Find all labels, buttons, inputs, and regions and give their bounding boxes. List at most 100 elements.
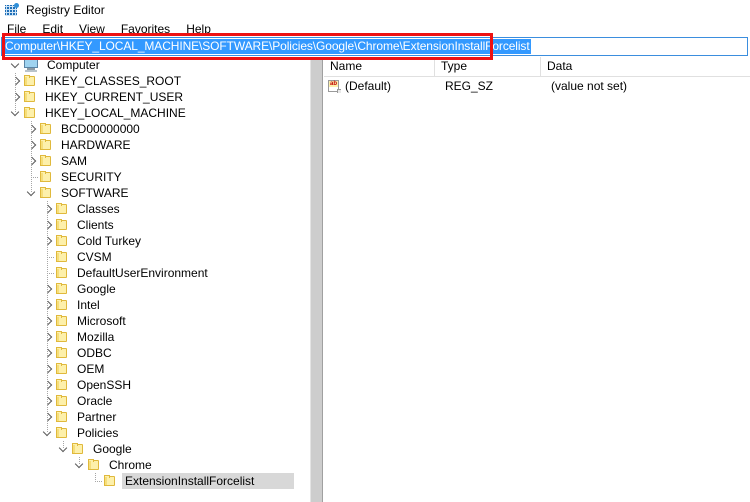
address-bar-path[interactable]: Computer\HKEY_LOCAL_MACHINE\SOFTWARE\Pol… — [4, 39, 531, 54]
folder-icon — [56, 395, 69, 407]
chevron-right-icon[interactable] — [40, 393, 56, 409]
folder-icon — [56, 235, 69, 247]
chevron-right-icon[interactable] — [40, 233, 56, 249]
tree-node-policies[interactable]: Policies — [0, 425, 310, 441]
chevron-right-icon[interactable] — [24, 121, 40, 137]
chevron-right-icon[interactable] — [40, 313, 56, 329]
column-header-type[interactable]: Type — [435, 57, 541, 76]
address-bar[interactable]: Computer\HKEY_LOCAL_MACHINE\SOFTWARE\Pol… — [1, 37, 748, 56]
chevron-right-icon[interactable] — [40, 297, 56, 313]
tree-node-google[interactable]: Google — [0, 281, 310, 297]
tree-vertical-scrollbar[interactable] — [310, 57, 322, 502]
tree-node-label: SECURITY — [61, 170, 122, 184]
column-header-name[interactable]: Name — [324, 57, 435, 76]
tree-node-label: SAM — [61, 154, 88, 168]
chevron-right-icon[interactable] — [40, 201, 56, 217]
chevron-right-icon[interactable] — [24, 137, 40, 153]
tree-node-google[interactable]: Google — [0, 441, 310, 457]
chevron-down-icon[interactable] — [8, 105, 24, 121]
tree-node-bcd00000000[interactable]: BCD00000000 — [0, 121, 310, 137]
chevron-right-icon[interactable] — [40, 345, 56, 361]
registry-tree-pane[interactable]: Computer HKEY_CLASSES_ROOT HKEY_CURRENT_US… — [0, 57, 310, 502]
folder-icon — [56, 331, 69, 343]
chevron-right-icon[interactable] — [40, 217, 56, 233]
tree-node-oracle[interactable]: Oracle — [0, 393, 310, 409]
chevron-down-icon[interactable] — [24, 185, 40, 201]
tree-node-chrome[interactable]: Chrome — [0, 457, 310, 473]
tree-node-label: OEM — [77, 362, 105, 376]
tree-node-openssh[interactable]: OpenSSH — [0, 377, 310, 393]
cell-type: REG_SZ — [445, 79, 494, 93]
menu-item-file[interactable]: File — [7, 20, 34, 38]
folder-icon — [24, 75, 37, 87]
column-header-data[interactable]: Data — [541, 57, 750, 76]
menu-bar: File Edit View Favorites Help — [0, 20, 750, 38]
tree-node-label: Policies — [77, 426, 119, 440]
chevron-right-icon[interactable] — [40, 377, 56, 393]
tree-node-label: HKEY_CURRENT_USER — [45, 90, 184, 104]
folder-icon — [56, 363, 69, 375]
folder-icon — [56, 299, 69, 311]
scrollbar-thumb[interactable] — [311, 57, 322, 502]
tree-node-hkey-classes-root[interactable]: HKEY_CLASSES_ROOT — [0, 73, 310, 89]
table-row[interactable]: ab (Default) REG_SZ (value not set) — [324, 77, 750, 95]
tree-node-software[interactable]: SOFTWARE — [0, 185, 310, 201]
chevron-right-icon[interactable] — [40, 329, 56, 345]
tree-node-label: Computer — [47, 58, 100, 72]
tree-node-odbc[interactable]: ODBC — [0, 345, 310, 361]
tree-node-label: HKEY_CLASSES_ROOT — [45, 74, 182, 88]
menu-item-help[interactable]: Help — [186, 20, 219, 38]
tree-node-hkey-local-machine[interactable]: HKEY_LOCAL_MACHINE — [0, 105, 310, 121]
tree-node-cvsm[interactable]: CVSM — [0, 249, 310, 265]
tree-node-computer[interactable]: Computer — [0, 57, 310, 73]
chevron-down-icon[interactable] — [56, 441, 72, 457]
tree-node-extensioninstallforcelist[interactable]: ExtensionInstallForcelist — [0, 473, 310, 489]
tree-node-defaultuserenvironment[interactable]: DefaultUserEnvironment — [0, 265, 310, 281]
content-panes: Computer HKEY_CLASSES_ROOT HKEY_CURRENT_US… — [0, 57, 750, 502]
tree-node-label: Google — [77, 282, 116, 296]
tree-node-partner[interactable]: Partner — [0, 409, 310, 425]
tree-node-oem[interactable]: OEM — [0, 361, 310, 377]
menu-item-favorites[interactable]: Favorites — [121, 20, 178, 38]
chevron-down-icon[interactable] — [72, 457, 88, 473]
tree-node-label: Clients — [77, 218, 114, 232]
tree-node-hkey-current-user[interactable]: HKEY_CURRENT_USER — [0, 89, 310, 105]
chevron-down-icon[interactable] — [8, 57, 24, 73]
chevron-right-icon[interactable] — [8, 73, 24, 89]
menu-item-edit[interactable]: Edit — [42, 20, 71, 38]
tree-node-microsoft[interactable]: Microsoft — [0, 313, 310, 329]
tree-node-label: ODBC — [77, 346, 112, 360]
chevron-down-icon[interactable] — [40, 425, 56, 441]
menu-item-view[interactable]: View — [79, 20, 113, 38]
chevron-right-icon[interactable] — [24, 153, 40, 169]
tree-node-mozilla[interactable]: Mozilla — [0, 329, 310, 345]
title-bar: Registry Editor — [0, 0, 750, 20]
registry-values-pane[interactable]: Name Type Data ab (Default) REG_SZ (value n… — [324, 57, 750, 502]
chevron-right-icon[interactable] — [40, 281, 56, 297]
tree-node-classes[interactable]: Classes — [0, 201, 310, 217]
chevron-right-icon[interactable] — [40, 409, 56, 425]
chevron-right-icon[interactable] — [40, 361, 56, 377]
tree-node-sam[interactable]: SAM — [0, 153, 310, 169]
folder-icon — [24, 107, 37, 119]
tree-node-clients[interactable]: Clients — [0, 217, 310, 233]
tree-node-label: BCD00000000 — [61, 122, 140, 136]
tree-node-hardware[interactable]: HARDWARE — [0, 137, 310, 153]
tree-node-security[interactable]: SECURITY — [0, 169, 310, 185]
tree-node-intel[interactable]: Intel — [0, 297, 310, 313]
chevron-right-icon[interactable] — [8, 89, 24, 105]
tree-node-label: HKEY_LOCAL_MACHINE — [45, 106, 186, 120]
tree-node-cold-turkey[interactable]: Cold Turkey — [0, 233, 310, 249]
